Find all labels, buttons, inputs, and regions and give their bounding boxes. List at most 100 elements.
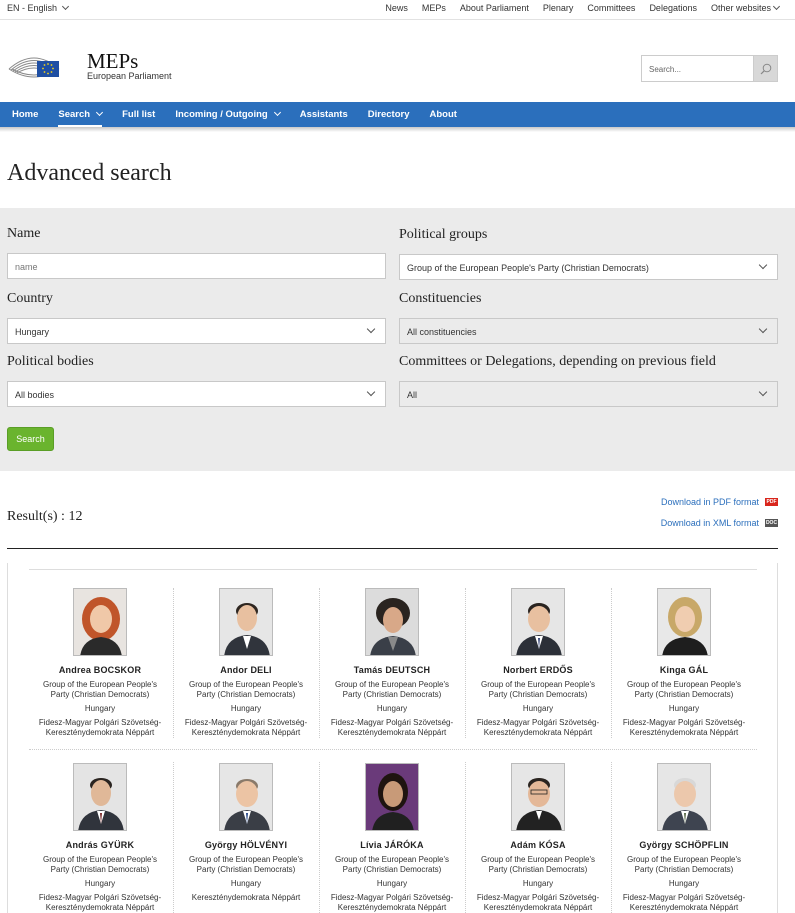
mep-photo[interactable] bbox=[73, 763, 127, 831]
political-bodies-select[interactable]: All bodies bbox=[7, 381, 386, 407]
site-subtitle: European Parliament bbox=[87, 71, 172, 81]
chevron-down-icon bbox=[96, 108, 104, 117]
results-divider bbox=[7, 548, 778, 549]
header-search-button[interactable] bbox=[753, 55, 778, 82]
search-icon bbox=[760, 63, 771, 74]
mep-group: Group of the European People's Party (Ch… bbox=[626, 855, 742, 874]
header-search-input[interactable]: Search... bbox=[641, 55, 754, 82]
top-bar: EN - English News MEPs About Parliament … bbox=[0, 0, 795, 20]
mep-country: Hungary bbox=[668, 704, 700, 713]
mep-party: Fidesz-Magyar Polgári Szövetség-Kereszté… bbox=[476, 893, 600, 912]
top-link-other-websites[interactable]: Other websites bbox=[711, 2, 781, 13]
mep-group: Group of the European People's Party (Ch… bbox=[188, 855, 304, 874]
top-link-committees[interactable]: Committees bbox=[587, 3, 635, 13]
mep-name[interactable]: Lívia JÁRÓKA bbox=[319, 840, 465, 850]
language-label: EN - English bbox=[7, 3, 58, 13]
mep-card[interactable]: György HÖLVÉNYI Group of the European Pe… bbox=[173, 763, 319, 903]
mep-country: Hungary bbox=[230, 879, 262, 888]
nav-incoming-outgoing[interactable]: Incoming / Outgoing bbox=[163, 102, 281, 127]
chevron-down-icon bbox=[758, 387, 768, 397]
page-title: Advanced search bbox=[7, 160, 172, 186]
mep-card[interactable]: Tamás DEUTSCH Group of the European Peop… bbox=[319, 588, 465, 737]
mep-card[interactable]: Adám KÓSA Group of the European People's… bbox=[465, 763, 611, 912]
top-link-meps[interactable]: MEPs bbox=[422, 3, 446, 13]
nav-home[interactable]: Home bbox=[0, 102, 38, 127]
mep-country: Hungary bbox=[84, 704, 116, 713]
row-separator bbox=[29, 749, 757, 750]
mep-name[interactable]: Andor DELI bbox=[173, 665, 319, 675]
committees-select[interactable]: All bbox=[399, 381, 778, 407]
constituencies-select[interactable]: All constituencies bbox=[399, 318, 778, 344]
nav-about-label: About bbox=[429, 109, 457, 120]
mep-country: Hungary bbox=[376, 879, 408, 888]
mep-party: Kereszténydemokrata Néppárt bbox=[191, 893, 301, 902]
chevron-down-icon bbox=[61, 2, 70, 10]
nav-shadow bbox=[0, 127, 795, 132]
top-link-about-parliament[interactable]: About Parliament bbox=[460, 3, 529, 13]
european-parliament-logo[interactable] bbox=[7, 51, 61, 81]
mep-photo[interactable] bbox=[365, 763, 419, 831]
mep-group: Group of the European People's Party (Ch… bbox=[334, 680, 450, 699]
chevron-down-icon bbox=[758, 324, 768, 334]
country-select[interactable]: Hungary bbox=[7, 318, 386, 344]
political-groups-label: Political groups bbox=[399, 227, 488, 242]
political-groups-value: Group of the European People's Party (Ch… bbox=[407, 263, 649, 273]
language-selector[interactable]: EN - English bbox=[7, 2, 70, 13]
mep-card[interactable]: Lívia JÁRÓKA Group of the European Peopl… bbox=[319, 763, 465, 912]
mep-photo[interactable] bbox=[511, 763, 565, 831]
mep-name[interactable]: András GYÜRK bbox=[27, 840, 173, 850]
nav-full-list[interactable]: Full list bbox=[110, 102, 155, 127]
chevron-down-icon bbox=[758, 260, 768, 270]
mep-group: Group of the European People's Party (Ch… bbox=[480, 855, 596, 874]
chevron-down-icon bbox=[772, 2, 781, 11]
mep-photo[interactable] bbox=[511, 588, 565, 656]
chevron-down-icon bbox=[273, 108, 281, 117]
mep-photo[interactable] bbox=[657, 588, 711, 656]
mep-name[interactable]: György SCHÖPFLIN bbox=[611, 840, 757, 850]
download-pdf-link[interactable]: Download in PDF format PDF bbox=[661, 497, 778, 507]
mep-name[interactable]: Andrea BOCSKOR bbox=[27, 665, 173, 675]
mep-card[interactable]: György SCHÖPFLIN Group of the European P… bbox=[611, 763, 757, 912]
mep-card[interactable]: András GYÜRK Group of the European Peopl… bbox=[27, 763, 173, 912]
download-xml-link[interactable]: Download in XML format DOC bbox=[661, 518, 778, 528]
political-groups-select[interactable]: Group of the European People's Party (Ch… bbox=[399, 254, 778, 280]
mep-photo[interactable] bbox=[365, 588, 419, 656]
mep-party: Fidesz-Magyar Polgári Szövetség-Kereszté… bbox=[622, 718, 746, 737]
top-link-news[interactable]: News bbox=[385, 3, 408, 13]
mep-party: Fidesz-Magyar Polgári Szövetség-Kereszté… bbox=[38, 718, 162, 737]
mep-card[interactable]: Andor DELI Group of the European People'… bbox=[173, 588, 319, 737]
name-input[interactable]: name bbox=[7, 253, 386, 279]
pdf-icon: PDF bbox=[765, 498, 778, 506]
mep-card[interactable]: Andrea BOCSKOR Group of the European Peo… bbox=[27, 588, 173, 737]
mep-party: Fidesz-Magyar Polgári Szövetség-Kereszté… bbox=[622, 893, 746, 912]
mep-card[interactable]: Norbert ERDŐS Group of the European Peop… bbox=[465, 588, 611, 737]
nav-directory[interactable]: Directory bbox=[356, 102, 410, 127]
mep-photo[interactable] bbox=[73, 588, 127, 656]
mep-card[interactable]: Kinga GÁL Group of the European People's… bbox=[611, 588, 757, 737]
mep-name[interactable]: Adám KÓSA bbox=[465, 840, 611, 850]
top-link-delegations[interactable]: Delegations bbox=[649, 3, 697, 13]
mep-name[interactable]: Kinga GÁL bbox=[611, 665, 757, 675]
nav-search[interactable]: Search bbox=[46, 102, 104, 127]
nav-about[interactable]: About bbox=[417, 102, 456, 127]
mep-name[interactable]: György HÖLVÉNYI bbox=[173, 840, 319, 850]
mep-name[interactable]: Norbert ERDŐS bbox=[465, 665, 611, 675]
mep-party: Fidesz-Magyar Polgári Szövetség-Kereszté… bbox=[38, 893, 162, 912]
mep-photo[interactable] bbox=[219, 763, 273, 831]
results-count: Result(s) : 12 bbox=[7, 509, 83, 524]
nav-assistants[interactable]: Assistants bbox=[288, 102, 348, 127]
nav-search-label: Search bbox=[58, 109, 91, 120]
nav-full-list-label: Full list bbox=[122, 109, 156, 120]
nav-home-label: Home bbox=[12, 109, 39, 120]
mep-photo[interactable] bbox=[219, 588, 273, 656]
committees-label: Committees or Delegations, depending on … bbox=[399, 354, 716, 369]
top-link-plenary[interactable]: Plenary bbox=[543, 3, 574, 13]
mep-name[interactable]: Tamás DEUTSCH bbox=[319, 665, 465, 675]
mep-photo[interactable] bbox=[657, 763, 711, 831]
top-nav: News MEPs About Parliament Plenary Commi… bbox=[385, 2, 781, 13]
doc-icon: DOC bbox=[765, 519, 778, 527]
mep-country: Hungary bbox=[230, 704, 262, 713]
search-button[interactable]: Search bbox=[7, 427, 54, 451]
main-nav: Home Search Full list Incoming / Outgoin… bbox=[0, 102, 795, 127]
mep-group: Group of the European People's Party (Ch… bbox=[334, 855, 450, 874]
